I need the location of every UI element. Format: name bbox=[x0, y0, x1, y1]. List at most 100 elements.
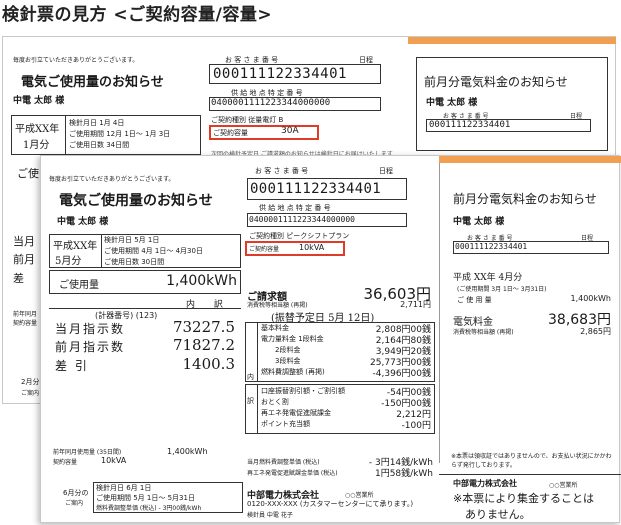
capacity-label: 契約容量 bbox=[53, 459, 78, 466]
contract-type: ご契約種別 従量電灯 B bbox=[211, 116, 284, 124]
right-tax-label: 消費税等相当額 (再掲) bbox=[453, 329, 514, 336]
next-reading: 検針月日 6月 1日 bbox=[96, 484, 152, 492]
orange-accent-bar bbox=[408, 37, 616, 44]
right-fee-label: 電気料金 bbox=[453, 317, 493, 328]
staff: 検針員 中電 花子 bbox=[247, 512, 293, 519]
discount-value: -100円 bbox=[401, 421, 431, 431]
charge-label: 3段料金 bbox=[275, 357, 301, 365]
page-title: 検針票の見方 <ご契約容量/容量> bbox=[2, 5, 273, 25]
right-period: 平成 XX年 4月分 bbox=[453, 273, 523, 283]
discount-label: 口座振替割引額・ご割引額 bbox=[261, 387, 345, 395]
fuel-rate-label: 当月燃料費調整単価 (税込) bbox=[247, 459, 320, 466]
diff-value: 1400.3 bbox=[182, 355, 236, 373]
right-notice-1: ※本票により集金することは bbox=[453, 492, 594, 505]
usage-period: ご使用期間 4月 1日～ 4月30日 bbox=[104, 247, 203, 255]
greeting: 毎度お引立ていただきありがとうございます。 bbox=[13, 57, 139, 64]
notice-title: 電気ご使用量のお知らせ bbox=[21, 75, 164, 90]
current-reading: 73227.5 bbox=[172, 318, 235, 336]
right-title: 前月分電気料金のお知らせ bbox=[453, 192, 597, 206]
contract-type: ご契約種別 ピークシフトプラン bbox=[249, 232, 350, 240]
usage-days: ご使用日数 30日間 bbox=[104, 258, 165, 266]
period-year: 平成XX年 bbox=[15, 124, 60, 135]
divider bbox=[257, 322, 258, 382]
usage-period: ご使用期間 12月 1日～ 1月 3日 bbox=[69, 130, 171, 138]
divider bbox=[101, 234, 102, 268]
divider bbox=[439, 163, 440, 463]
customer-number: 000111122334401 bbox=[250, 181, 381, 197]
right-office: ○○営業所 bbox=[549, 482, 578, 489]
contract-capacity: 30A bbox=[281, 126, 299, 136]
customer-number-label: お 客 さ ま 番 号 bbox=[255, 167, 309, 175]
next-period: ご使用期間 5月 1日～ 5月31日 bbox=[96, 494, 195, 502]
company-office: ○○営業所 bbox=[345, 492, 374, 499]
charge-label: 燃料費調整額 (再掲) bbox=[261, 368, 325, 376]
discount-label: ポイント充当額 bbox=[261, 420, 310, 428]
period-year: 平成XX年 bbox=[53, 241, 98, 252]
right-name: 中電 太郎 様 bbox=[453, 217, 505, 227]
usage-days: ご使用日数 34日間 bbox=[69, 141, 130, 149]
previous-reading: 71827.2 bbox=[172, 336, 235, 354]
side-label: 内 bbox=[247, 373, 254, 381]
diff-label: 差 引 bbox=[55, 359, 89, 373]
phone: 0120-XXX-XXX (カスタマーセンターにて承ります。) bbox=[247, 500, 414, 508]
last-year-label: 前年同月使用量 (35日間) bbox=[53, 449, 122, 456]
next-label-2: ご案内 bbox=[65, 500, 84, 507]
divider bbox=[49, 308, 241, 309]
right-name: 中電 太郎 様 bbox=[426, 98, 478, 108]
period-month: 1月分 bbox=[23, 140, 50, 151]
contract-capacity-label: ご契約容量 bbox=[213, 129, 248, 137]
charge-value: -4,396円00銭 bbox=[372, 369, 431, 379]
renew-rate-label: 再エネ発電促進賦課金単価 (税込) bbox=[247, 470, 338, 477]
discount-label: おとく割 bbox=[261, 398, 289, 406]
greeting: 毎度お引立ていただきありがとうございます。 bbox=[49, 176, 175, 183]
bill-tax-label: 消費税等相当額 (再掲) bbox=[247, 302, 308, 309]
divider bbox=[65, 115, 66, 155]
meter-reading-date: 検針月日 5月 1日 bbox=[104, 236, 160, 244]
charge-label: 基本料金 bbox=[261, 324, 289, 332]
customer-name: 中電 太郎 様 bbox=[13, 96, 65, 106]
previous-reading-label: 前月指示数 bbox=[55, 340, 126, 354]
right-company: 中部電力株式会社 bbox=[453, 479, 517, 488]
left-bottom-2: 契約容量 bbox=[13, 320, 38, 327]
left-bottom-4: ご案内 bbox=[21, 390, 40, 397]
supply-point-label: 供 給 地 点 特 定 番 号 bbox=[259, 204, 331, 212]
right-number: 000111122334401 bbox=[455, 242, 528, 251]
capacity-value: 10kVA bbox=[101, 456, 127, 465]
usage-label: ご使用量 bbox=[59, 280, 99, 291]
contract-capacity-label: ご契約容量 bbox=[249, 246, 280, 253]
discount-label: 再エネ発電促進賦課金 bbox=[261, 409, 331, 417]
right-note: ※本票は領収証ではありませんので、お支払い状況にかかわらず発行しております。 bbox=[451, 453, 612, 469]
customer-number: 000111122334401 bbox=[213, 66, 347, 82]
orange-accent-bar bbox=[439, 156, 621, 163]
meter-reading-date: 検針月日 1月 4日 bbox=[69, 119, 125, 127]
left-diff: 差 bbox=[13, 272, 24, 285]
period-month: 5月分 bbox=[55, 256, 82, 267]
next-fuel: 燃料費調整単価 (税込) - 3円00銭/kWh bbox=[96, 505, 202, 512]
supply-point-number: 0400001111223344000000 bbox=[249, 215, 355, 224]
divider bbox=[439, 474, 621, 475]
left-bottom-3: 2月分 bbox=[21, 378, 40, 386]
last-year-value: 1,400kWh bbox=[167, 447, 208, 456]
current-reading-label: 当月指示数 bbox=[55, 322, 126, 336]
right-usage-label: ご 使 用 量 bbox=[457, 296, 492, 304]
supply-point-number: 0400001111223344000000 bbox=[211, 98, 331, 108]
right-notice-2: ありません。 bbox=[465, 508, 531, 521]
charge-label: 2段料金 bbox=[275, 346, 301, 354]
left-bottom-1: 前年同月 bbox=[13, 311, 38, 318]
left-current: 当月 bbox=[13, 235, 35, 248]
right-usage-period: (ご使用期間 3月 1日～ 3月31日) bbox=[457, 286, 547, 293]
right-usage-value: 1,400kWh bbox=[570, 294, 611, 303]
charge-label: 電力量料金 1段料金 bbox=[261, 335, 324, 343]
notice-title: 電気ご使用量のお知らせ bbox=[59, 193, 213, 209]
left-previous: 前月 bbox=[13, 253, 35, 266]
divider bbox=[257, 384, 258, 434]
day-label: 日程 bbox=[379, 167, 393, 175]
right-number: 000111122334401 bbox=[429, 120, 511, 130]
contract-capacity: 10kVA bbox=[299, 243, 325, 252]
front-statement: 毎度お引立ていただきありがとうございます。 電気ご使用量のお知らせ 中電 太郎 … bbox=[40, 155, 621, 523]
customer-name: 中電 太郎 様 bbox=[57, 217, 109, 227]
right-title: 前月分電気料金のお知らせ bbox=[424, 75, 568, 89]
next-label: 6月分の bbox=[63, 489, 89, 497]
renew-rate-value: 1円58銭/kWh bbox=[374, 469, 433, 479]
right-tax-value: 2,865円 bbox=[580, 327, 611, 336]
